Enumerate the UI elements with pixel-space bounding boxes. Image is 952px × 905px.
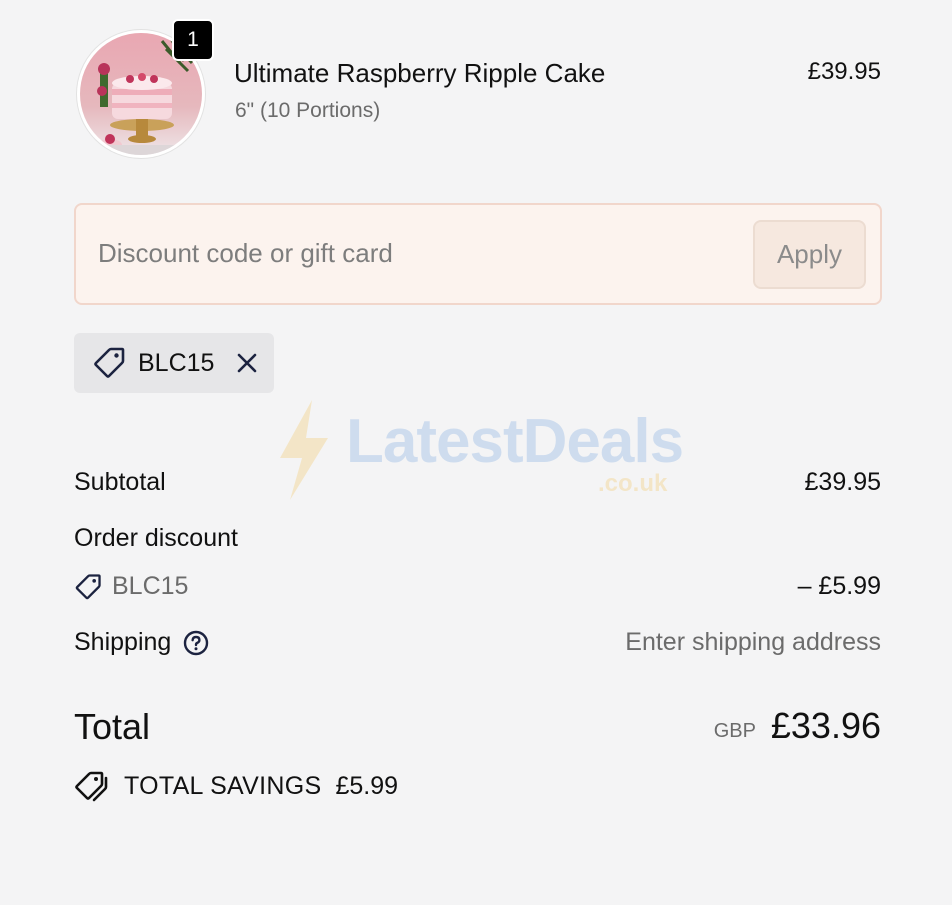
total-amount: £33.96	[770, 705, 881, 746]
subtotal-value: £39.95	[804, 468, 881, 496]
shipping-value: Enter shipping address	[625, 628, 881, 656]
applied-discount-chip: BLC15	[74, 333, 274, 393]
discount-code-input[interactable]	[98, 238, 698, 269]
product-title: Ultimate Raspberry Ripple Cake	[234, 58, 606, 88]
total-currency: GBP	[713, 720, 756, 742]
product-price: £39.95	[807, 58, 881, 85]
total-savings-row: TOTAL SAVINGS £5.99	[74, 770, 398, 802]
lightning-bolt-icon	[280, 400, 328, 500]
apply-discount-button[interactable]: Apply	[753, 220, 866, 289]
watermark-domain: .co.uk	[598, 470, 668, 497]
watermark: LatestDeals .co.uk	[276, 398, 686, 502]
shipping-label-row: Shipping	[74, 628, 209, 657]
watermark-brand: LatestDeals	[346, 407, 684, 476]
tag-icon	[74, 573, 102, 601]
close-icon[interactable]	[236, 352, 258, 374]
order-discount-code-label: BLC15	[112, 572, 189, 600]
tag-icon	[92, 346, 126, 380]
subtotal-label: Subtotal	[74, 468, 166, 496]
total-savings-label: TOTAL SAVINGS	[124, 771, 322, 800]
quantity-badge: 1	[172, 19, 214, 61]
total-savings-value: £5.99	[335, 771, 399, 800]
applied-code-label: BLC15	[138, 348, 215, 377]
question-circle-icon[interactable]	[183, 630, 209, 656]
order-discount-code: BLC15	[74, 572, 188, 601]
shipping-label: Shipping	[74, 628, 172, 656]
product-variant: 6" (10 Portions)	[235, 99, 381, 122]
tags-icon	[74, 770, 110, 802]
order-discount-value: – £5.99	[797, 572, 881, 600]
total-label: Total	[74, 706, 151, 747]
order-discount-label: Order discount	[74, 524, 238, 552]
discount-code-field: Apply	[74, 203, 882, 305]
